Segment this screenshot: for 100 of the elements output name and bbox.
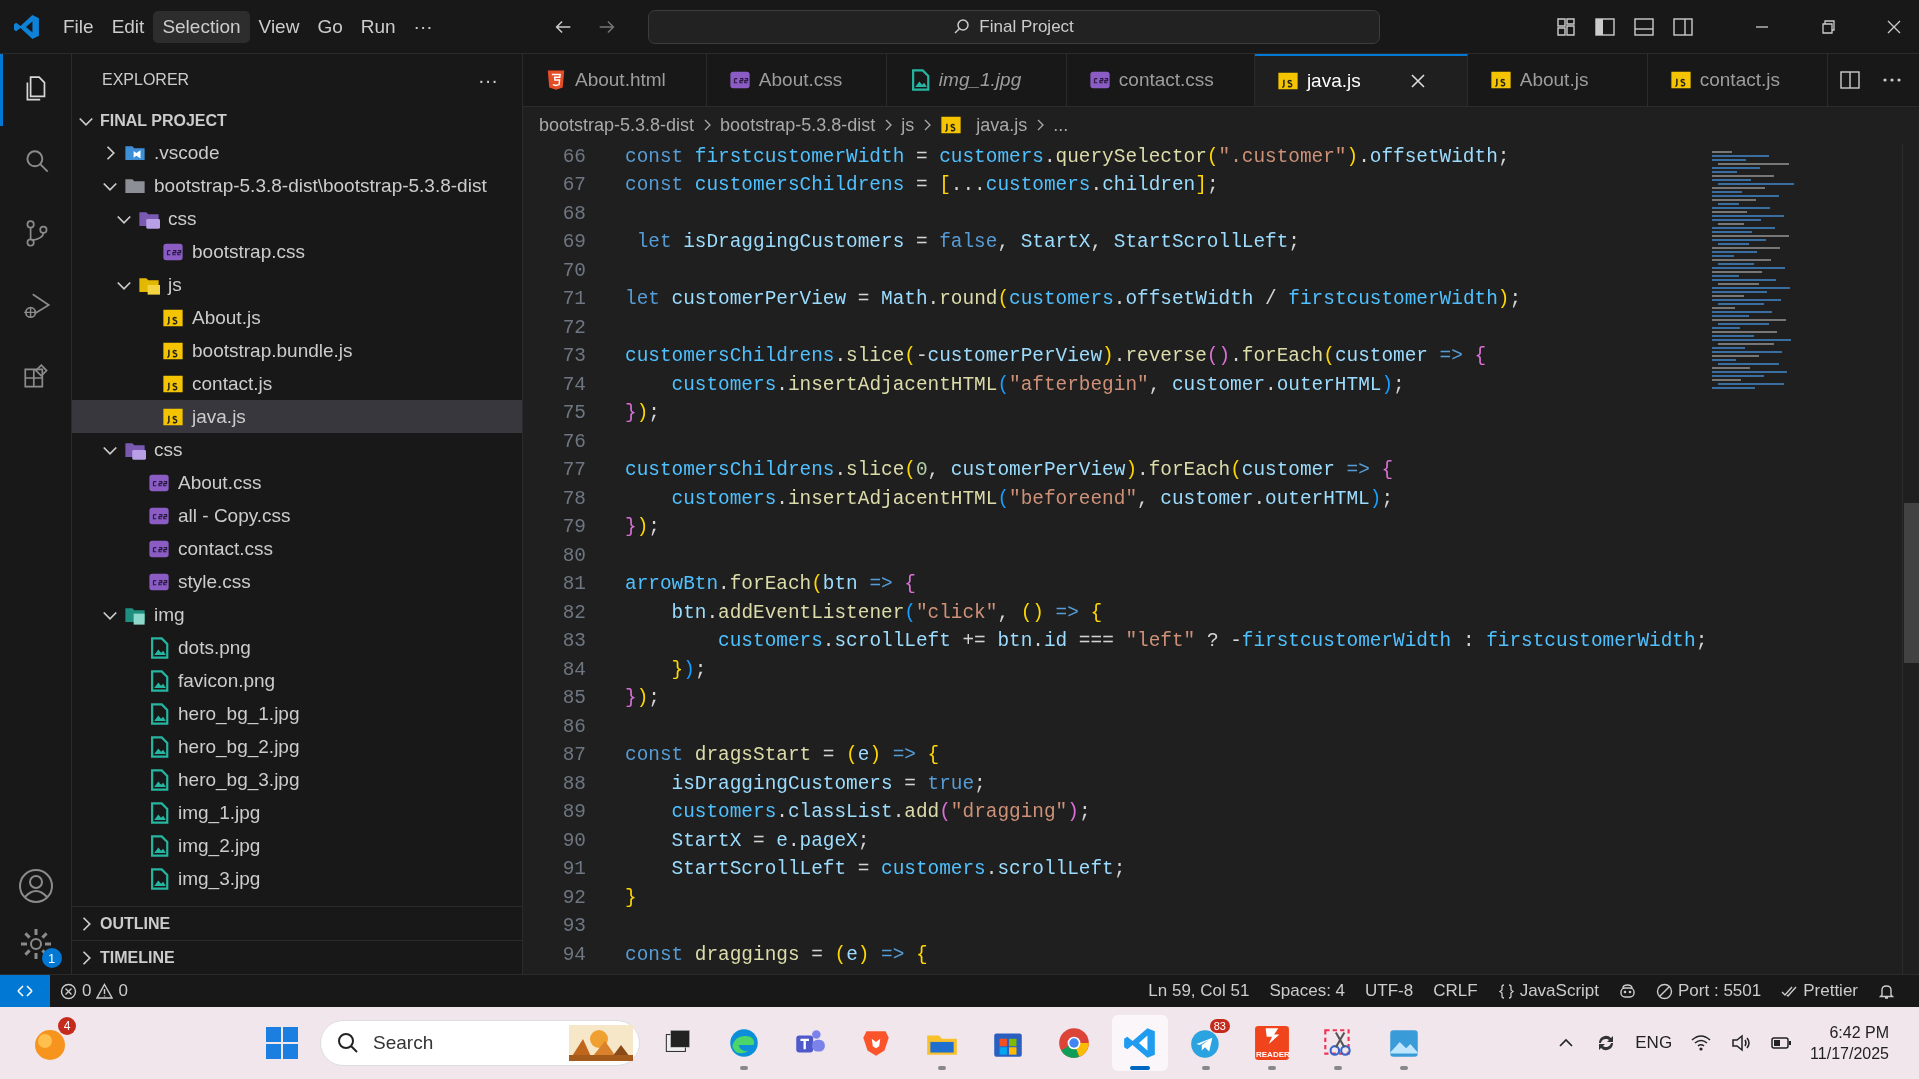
scrollbar-thumb[interactable]	[1904, 503, 1919, 663]
code-line: const firstcustomerWidth = customers.querySelector(".customer").offsetWidth;	[625, 146, 1510, 170]
code-line: arrowBtn.forEach(btn => {	[625, 573, 916, 597]
code-line: });	[625, 516, 660, 540]
sidebar-title: EXPLORER	[102, 71, 190, 89]
line-number: 81	[561, 573, 587, 597]
tree-item[interactable]: dots.png	[72, 631, 522, 664]
close-icon[interactable]	[1408, 72, 1427, 90]
line-number: 92	[561, 886, 587, 910]
volume-icon[interactable]	[1730, 1032, 1753, 1054]
code-line: });	[625, 687, 660, 711]
status-item[interactable]: Spaces: 4	[1259, 975, 1356, 1007]
tree-item[interactable]: contact.js	[72, 367, 522, 400]
css-file-icon	[728, 69, 751, 91]
line-number: 80	[561, 544, 587, 569]
code-line: }	[625, 886, 637, 910]
breadcrumb-item[interactable]: js	[901, 114, 915, 136]
breadcrumb-item[interactable]: bootstrap-5.3.8-dist	[720, 114, 876, 136]
notification-badge: 1	[41, 948, 62, 968]
menu-item[interactable]: Selection	[153, 10, 250, 43]
tree-item[interactable]: img	[72, 598, 522, 631]
line-number: 68	[561, 202, 587, 227]
status-item[interactable]: UTF-8	[1355, 975, 1424, 1007]
section-header[interactable]: OUTLINE	[72, 906, 522, 940]
status-item[interactable]: Ln 59, Col 51	[1138, 975, 1260, 1007]
status-item[interactable]: CRLF	[1423, 975, 1488, 1007]
tree-item[interactable]: favicon.png	[72, 664, 522, 697]
layout-icon[interactable]	[1555, 15, 1577, 38]
clock-time[interactable]: 6:42 PM	[1829, 1022, 1889, 1043]
breadcrumb-item[interactable]: ...	[1053, 114, 1069, 136]
menu-item[interactable]: Go	[308, 10, 352, 43]
tree-item[interactable]: img_2.jpg	[72, 829, 522, 862]
line-number: 74	[561, 373, 587, 398]
project-header[interactable]: FINAL PROJECT	[72, 106, 522, 136]
tree-item[interactable]: java.js	[72, 400, 522, 433]
error-icon	[60, 982, 77, 1000]
tree-item[interactable]: .vscode	[72, 136, 522, 169]
live-server-button[interactable]: Port : 5501	[1646, 975, 1772, 1007]
tree-item[interactable]: css	[72, 202, 522, 235]
command-center-field[interactable]: Final Project	[647, 9, 1380, 44]
vscode-app-icon[interactable]	[1112, 1015, 1168, 1071]
tree-item[interactable]: About.css	[72, 466, 522, 499]
menu-item[interactable]: View	[249, 10, 309, 43]
tree-item[interactable]: img_1.jpg	[72, 796, 522, 829]
tree-item[interactable]: bootstrap.css	[72, 235, 522, 268]
tree-item[interactable]: bootstrap.bundle.js	[72, 334, 522, 367]
tree-item[interactable]: js	[72, 268, 522, 301]
sidebar-toggle-icon[interactable]	[1594, 15, 1616, 38]
split-editor-icon[interactable]	[1839, 69, 1861, 91]
line-number: 83	[561, 630, 587, 654]
line-number: 90	[561, 829, 587, 853]
tree-item[interactable]: bootstrap-5.3.8-dist\bootstrap-5.3.8-dist	[72, 169, 522, 202]
code-line: customersChildrens.slice(0, customerPerView).forEach(customer => {	[625, 459, 1394, 483]
taskbar-search-box[interactable]: Search	[320, 1020, 640, 1066]
menu-item[interactable]: File	[54, 10, 103, 43]
more-actions-button[interactable]: ···	[472, 67, 504, 93]
account-icon[interactable]	[17, 868, 54, 904]
tree-item[interactable]: About.js	[72, 301, 522, 334]
tree-item[interactable]: css	[72, 433, 522, 466]
tree-item[interactable]: hero_bg_2.jpg	[72, 730, 522, 763]
menu-item[interactable]: ···	[404, 10, 442, 43]
tree-item[interactable]: img_3.jpg	[72, 862, 522, 895]
no-entry-icon	[1656, 982, 1674, 1000]
menu-item[interactable]: Run	[351, 10, 405, 43]
tree-item[interactable]: style.css	[72, 565, 522, 598]
image-file-icon	[148, 636, 170, 659]
taskbar-search-field[interactable]: Search	[371, 1031, 557, 1055]
clock-date[interactable]: 11/17/2025	[1810, 1043, 1889, 1064]
image-file-icon	[148, 867, 170, 890]
js-file-icon	[1669, 69, 1692, 91]
windows-logo-icon	[265, 1026, 299, 1060]
code-line: StartScrollLeft = customers.scrollLeft;	[670, 858, 1126, 882]
line-number: 94	[561, 943, 587, 967]
notification-badge: 4	[58, 1017, 76, 1035]
line-number: 89	[561, 801, 587, 825]
line-number: 91	[561, 858, 587, 882]
tree-item[interactable]: hero_bg_3.jpg	[72, 763, 522, 796]
app-icon	[1056, 1025, 1092, 1061]
code-line: const customersChildrens = [...customers.children];	[625, 174, 1219, 198]
image-file-icon	[148, 669, 170, 692]
secondary-sidebar-icon[interactable]	[1672, 15, 1694, 38]
breadcrumb-item[interactable]: bootstrap-5.3.8-dist	[539, 114, 695, 136]
editor-tab[interactable]: java.js	[1254, 54, 1468, 106]
line-number: 69	[561, 231, 587, 255]
line-number: 76	[561, 430, 587, 455]
tree-item[interactable]: contact.css	[72, 532, 522, 565]
tree-item[interactable]: hero_bg_1.jpg	[72, 697, 522, 730]
menu-item[interactable]: Edit	[102, 10, 154, 43]
line-number: 82	[561, 601, 587, 626]
language-button[interactable]: JavaScript	[1487, 975, 1610, 1007]
breadcrumb-item[interactable]: java.js	[976, 114, 1028, 136]
warning-icon	[96, 982, 114, 1000]
language-indicator[interactable]: ENG	[1635, 1033, 1673, 1053]
code-line: StartX = e.pageX;	[670, 829, 870, 853]
panel-toggle-icon[interactable]	[1633, 15, 1655, 38]
bell-icon	[1878, 982, 1895, 1000]
prettier-button[interactable]: Prettier	[1771, 975, 1868, 1007]
remote-button[interactable]	[0, 975, 50, 1007]
tree-item[interactable]: all - Copy.css	[72, 499, 522, 532]
problems-button[interactable]: 0 0	[50, 975, 138, 1007]
